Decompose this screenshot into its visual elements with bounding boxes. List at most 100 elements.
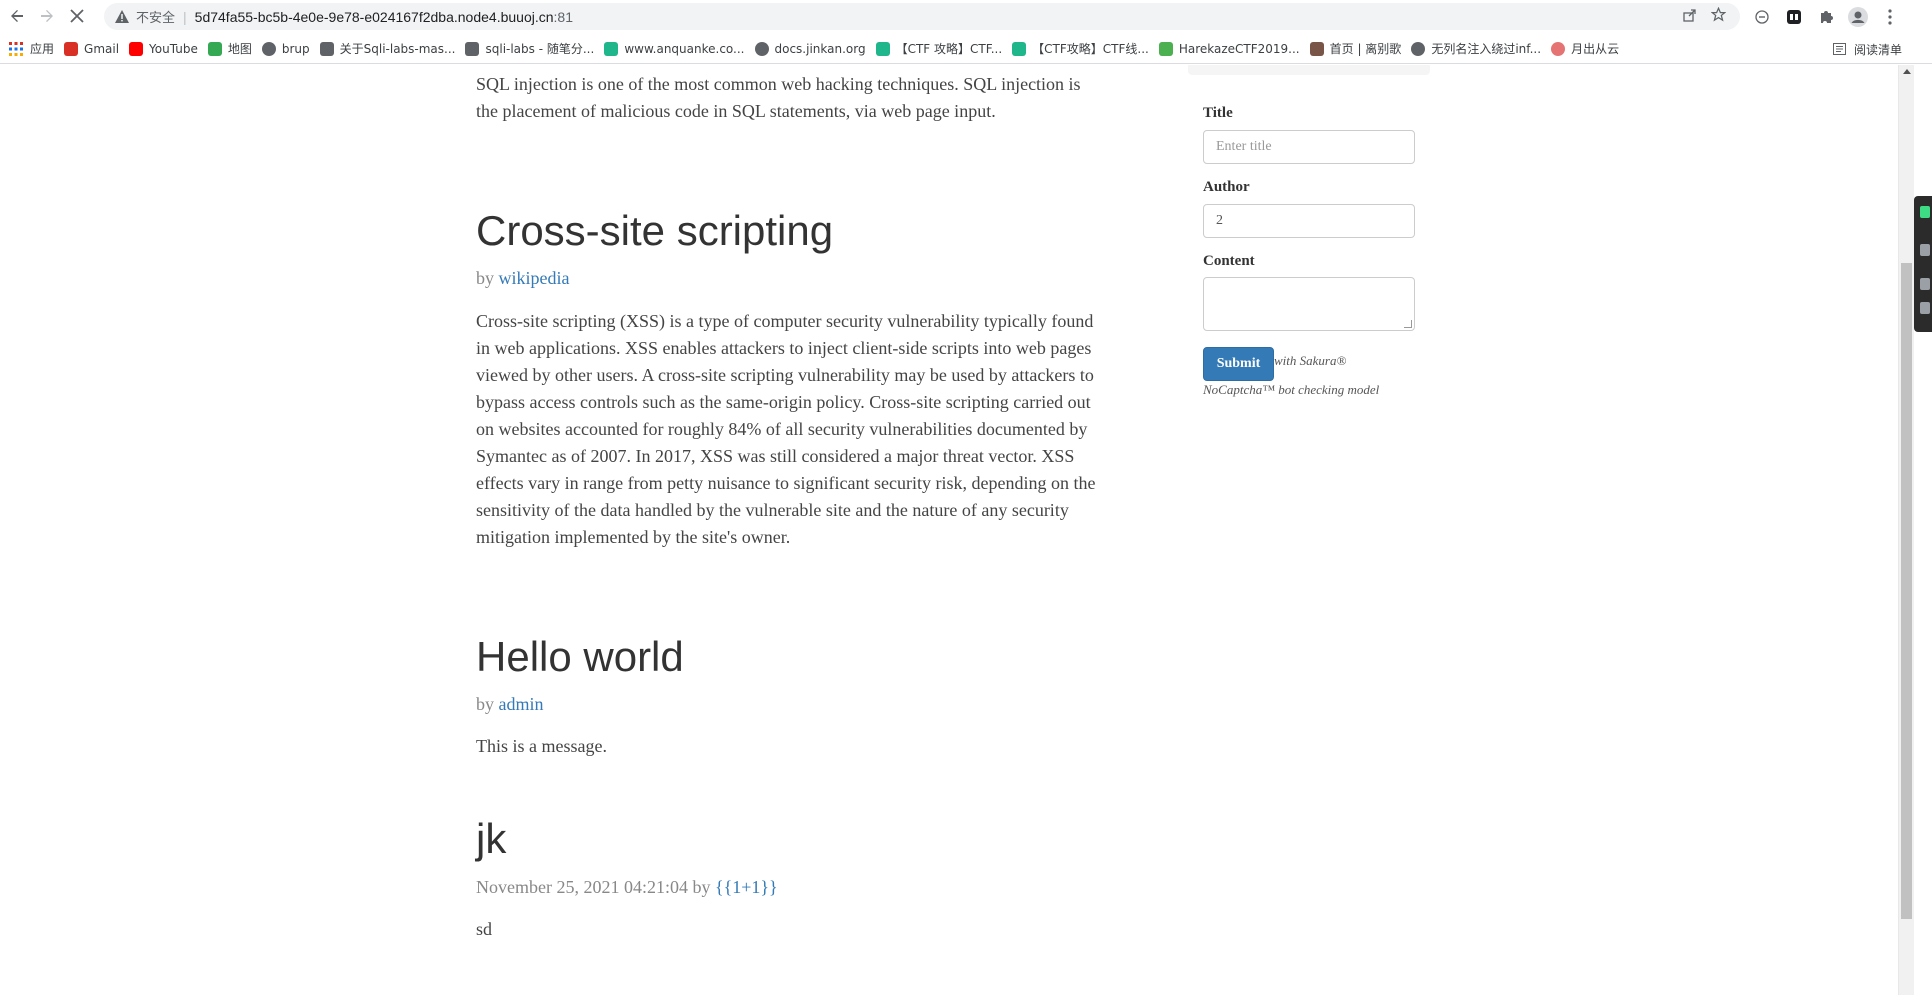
shield-icon bbox=[1158, 41, 1173, 56]
content-textarea[interactable] bbox=[1203, 277, 1415, 331]
address-separator: | bbox=[183, 8, 187, 25]
reading-list-icon bbox=[1832, 41, 1848, 57]
bookmark-item[interactable]: 【CTF攻略】CTF线... bbox=[1012, 40, 1149, 57]
bookmark-item[interactable]: YouTube bbox=[129, 41, 198, 56]
sidebar-widget-edge bbox=[1188, 65, 1430, 75]
author-input[interactable]: 2 bbox=[1203, 204, 1415, 238]
bookmark-label: www.anquanke.co... bbox=[624, 41, 745, 56]
url-port: :81 bbox=[553, 8, 573, 25]
more-menu-icon[interactable] bbox=[1880, 7, 1900, 27]
share-icon[interactable] bbox=[1683, 8, 1697, 26]
bookmark-apps-label: 应用 bbox=[30, 42, 55, 56]
app-icon[interactable] bbox=[1920, 206, 1930, 218]
anquanke-icon bbox=[875, 41, 890, 56]
author-link-wikipedia[interactable]: wikipedia bbox=[499, 268, 570, 288]
bookmark-item[interactable]: brup bbox=[261, 41, 310, 56]
bookmarks-bar: 应用 Gmail YouTube 地图 brup 关于Sqli-labs-mas... s… bbox=[0, 34, 1932, 64]
bookmark-label: brup bbox=[281, 41, 310, 56]
bookmark-label: 地图 bbox=[227, 42, 252, 56]
post-byline-jk: November 25, 2021 04:21:04 by {{1+1}} bbox=[476, 877, 1096, 898]
bookmark-item[interactable]: Gmail bbox=[64, 41, 120, 56]
address-bar[interactable]: 不安全 | 5d74fa55-bc5b-4e0e-9e78-e024167f2d… bbox=[104, 3, 1740, 30]
reading-list-button[interactable]: 阅读清单 bbox=[1832, 34, 1902, 64]
bookmark-label: 【CTF 攻略】CTF... bbox=[895, 42, 1003, 56]
extensions-area bbox=[1752, 4, 1900, 30]
bookmark-item[interactable]: sqli-labs - 随笔分... bbox=[465, 40, 594, 57]
post-body-jk: sd bbox=[476, 919, 493, 939]
profile-icon[interactable] bbox=[1848, 7, 1868, 27]
page-scrollbar[interactable] bbox=[1898, 65, 1914, 995]
bookmark-item[interactable]: 月出从云 bbox=[1551, 40, 1619, 57]
extension-app-icon[interactable] bbox=[1784, 7, 1804, 27]
captcha-note-line2: NoCaptcha™ bot checking model bbox=[1203, 382, 1380, 397]
globe-icon bbox=[754, 41, 769, 56]
globe-icon bbox=[1411, 41, 1426, 56]
bookmark-item[interactable]: HarekazeCTF2019... bbox=[1158, 41, 1300, 56]
by-label: by bbox=[476, 268, 494, 288]
bookmark-label: 【CTF攻略】CTF线... bbox=[1032, 42, 1149, 56]
by-label: by bbox=[476, 694, 494, 714]
author-link-template[interactable]: {{1+1}} bbox=[715, 877, 778, 897]
security-label[interactable]: 不安全 bbox=[136, 7, 175, 26]
sqli-icon bbox=[465, 41, 480, 56]
bookmark-label: sqli-labs - 随笔分... bbox=[485, 42, 595, 56]
youtube-icon bbox=[129, 41, 144, 56]
captcha-note-line1: with Sakura® bbox=[1274, 353, 1347, 368]
panel-icon[interactable] bbox=[1920, 244, 1930, 256]
globe-icon bbox=[261, 41, 276, 56]
reading-list-label: 阅读清单 bbox=[1853, 42, 1902, 57]
anquanke-icon bbox=[604, 41, 619, 56]
panel-icon[interactable] bbox=[1920, 278, 1930, 290]
post-date: November 25, 2021 04:21:04 bbox=[476, 877, 688, 897]
back-icon[interactable] bbox=[4, 3, 30, 29]
post-title-xss: Cross-site scripting bbox=[476, 207, 834, 254]
post-title-jk: jk bbox=[476, 815, 507, 862]
bookmark-item[interactable]: 关于Sqli-labs-mas... bbox=[319, 40, 456, 57]
post-body-xss: Cross-site scripting (XSS) is a type of … bbox=[476, 311, 1096, 547]
scroll-thumb[interactable] bbox=[1901, 263, 1912, 919]
post-byline-xss: by wikipedia bbox=[476, 268, 1096, 289]
leaf-icon bbox=[1309, 41, 1324, 56]
avatar-icon bbox=[1551, 41, 1566, 56]
folder-icon[interactable] bbox=[1920, 302, 1930, 314]
minus-circle-icon[interactable] bbox=[1752, 7, 1772, 27]
author-label: Author bbox=[1203, 179, 1250, 195]
bookmark-apps[interactable]: 应用 bbox=[8, 40, 54, 57]
bookmark-label: 首页 | 离别歌 bbox=[1329, 42, 1402, 56]
anquanke-icon bbox=[1012, 41, 1027, 56]
page-content: SQL injection is one of the most common … bbox=[0, 65, 1898, 995]
submit-button[interactable]: Submit bbox=[1203, 347, 1274, 381]
bookmark-label: docs.jinkan.org bbox=[774, 41, 866, 56]
bookmark-label: Gmail bbox=[84, 41, 120, 56]
post-byline-hello-world: by admin bbox=[476, 694, 1096, 715]
post-title-hello-world: Hello world bbox=[476, 633, 684, 680]
gmail-icon bbox=[64, 41, 79, 56]
bookmark-item[interactable]: 地图 bbox=[207, 40, 252, 57]
bookmark-label: 关于Sqli-labs-mas... bbox=[339, 42, 456, 56]
bookmark-item[interactable]: 【CTF 攻略】CTF... bbox=[875, 40, 1003, 57]
forward-icon[interactable] bbox=[34, 3, 60, 29]
bookmark-item[interactable]: 无列名注入绕过inf... bbox=[1411, 40, 1541, 57]
docked-side-panel[interactable] bbox=[1914, 196, 1932, 332]
browser-toolbar: 不安全 | 5d74fa55-bc5b-4e0e-9e78-e024167f2d… bbox=[0, 0, 1932, 32]
url-host: 5d74fa55-bc5b-4e0e-9e78-e024167f2dba.nod… bbox=[194, 8, 554, 25]
by-label: by bbox=[692, 877, 711, 897]
bookmark-label: YouTube bbox=[149, 41, 198, 56]
title-input[interactable]: Enter title bbox=[1203, 130, 1415, 164]
bookmark-list: Gmail YouTube 地图 brup 关于Sqli-labs-mas... sqli… bbox=[54, 40, 1619, 57]
star-icon[interactable] bbox=[1710, 6, 1727, 26]
maps-icon bbox=[207, 41, 222, 56]
puzzle-icon[interactable] bbox=[1816, 7, 1836, 27]
warning-icon bbox=[114, 9, 130, 25]
bookmark-item[interactable]: docs.jinkan.org bbox=[754, 41, 866, 56]
title-label: Title bbox=[1203, 105, 1233, 121]
scroll-up-arrow-icon[interactable] bbox=[1903, 69, 1911, 74]
bookmark-item[interactable]: www.anquanke.co... bbox=[604, 41, 745, 56]
stop-icon[interactable] bbox=[64, 3, 90, 29]
author-link-admin[interactable]: admin bbox=[499, 694, 544, 714]
content-label: Content bbox=[1203, 253, 1255, 269]
bookmark-item[interactable]: 首页 | 离别歌 bbox=[1309, 40, 1402, 57]
sqli-icon bbox=[319, 41, 334, 56]
resize-grip-icon[interactable] bbox=[1404, 320, 1412, 328]
post-body-hello-world: This is a message. bbox=[476, 736, 607, 756]
